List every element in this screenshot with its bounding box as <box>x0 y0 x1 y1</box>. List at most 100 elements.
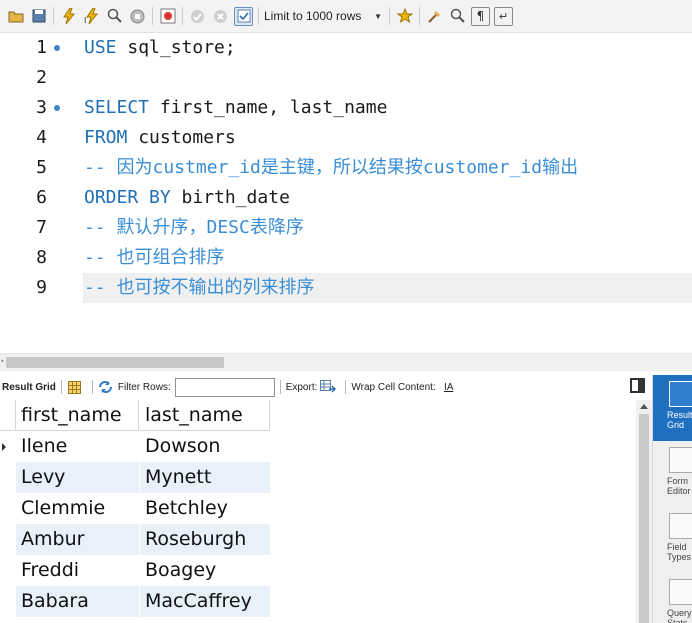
code-line[interactable]: -- 也可组合排序 <box>84 243 225 273</box>
wrap-cell-icon[interactable]: IA <box>441 379 457 395</box>
explain-icon[interactable] <box>105 7 124 26</box>
toolbar-separator <box>91 380 93 394</box>
rollback-icon[interactable] <box>211 7 230 26</box>
table-cell[interactable]: Levy <box>16 462 139 493</box>
filter-rows-input[interactable] <box>174 377 275 397</box>
toggle-errors-icon[interactable] <box>158 7 177 26</box>
toolbar-separator <box>389 7 390 25</box>
result-side-panel: Result Grid Form Editor Field Types Query S… <box>652 375 692 623</box>
grid-header: first_name last_name <box>0 400 270 431</box>
sql-text: first_name, last_name <box>149 97 388 118</box>
scroll-up-icon[interactable] <box>640 404 648 409</box>
svg-text:I: I <box>84 16 86 24</box>
scrollbar-thumb[interactable] <box>6 357 224 368</box>
toolbar-separator <box>152 7 153 25</box>
export-icon[interactable] <box>320 379 337 395</box>
table-row[interactable]: Babara MacCaffrey <box>0 586 270 617</box>
wrap-icon[interactable]: ↵ <box>494 6 513 26</box>
side-panel-item[interactable]: Result Grid <box>653 375 692 441</box>
sql-keyword: SELECT <box>84 97 150 118</box>
toolbar-separator <box>182 7 183 25</box>
autocommit-icon[interactable] <box>234 6 253 26</box>
save-icon[interactable] <box>29 7 48 26</box>
table-cell[interactable]: Dowson <box>140 431 270 462</box>
bookmark-icon[interactable] <box>395 7 414 26</box>
sql-text: sql_store; <box>116 37 236 58</box>
sql-keyword: FROM <box>84 127 128 148</box>
commit-icon[interactable] <box>188 7 207 26</box>
execute-icon[interactable] <box>59 7 78 26</box>
table-cell[interactable]: Ilene <box>16 431 139 462</box>
horizontal-scrollbar[interactable]: •• <box>0 353 692 371</box>
beautify-icon[interactable] <box>425 7 444 26</box>
sql-editor[interactable]: 1 USE sql_store; 2 3 SELECT first_name, last… <box>0 33 692 353</box>
toolbar-separator <box>419 7 420 25</box>
table-cell[interactable]: MacCaffrey <box>140 586 270 617</box>
toggle-side-panel-icon[interactable] <box>630 378 645 393</box>
execute-current-icon[interactable]: I <box>82 7 101 26</box>
code-line[interactable]: -- 也可按不输出的列来排序 <box>84 273 315 303</box>
table-cell[interactable]: Mynett <box>140 462 270 493</box>
line-number: 3 <box>36 97 47 118</box>
open-file-icon[interactable] <box>6 7 25 26</box>
current-row-icon <box>2 443 6 451</box>
result-grid[interactable]: first_name last_name Ilene Dowson Levy Mynett… <box>0 400 636 623</box>
toolbar-separator <box>345 380 347 394</box>
line-number: 4 <box>36 127 47 148</box>
invisible-chars-icon[interactable]: ¶ <box>471 6 490 26</box>
table-cell[interactable]: Babara <box>16 586 139 617</box>
table-cell[interactable]: Betchley <box>140 493 270 524</box>
chevron-down-icon: ▼ <box>374 11 382 21</box>
code-line[interactable]: -- 默认升序，DESC表降序 <box>84 213 304 243</box>
side-panel-item[interactable]: Form Editor <box>653 441 692 507</box>
code-line[interactable]: ORDER BY birth_date <box>84 183 290 213</box>
statement-marker-icon[interactable] <box>54 45 60 51</box>
toolbar-separator <box>258 7 259 25</box>
statement-marker-icon[interactable] <box>54 105 60 111</box>
line-number: 8 <box>36 247 47 268</box>
line-number: 7 <box>36 217 47 238</box>
result-grid-label: Result Grid <box>2 381 56 393</box>
grid-view-icon[interactable] <box>67 379 83 395</box>
find-icon[interactable] <box>448 7 467 26</box>
table-row[interactable]: Ambur Roseburgh <box>0 524 270 555</box>
side-panel-item[interactable]: Query Stats <box>653 573 692 623</box>
table-cell[interactable]: Clemmie <box>16 493 139 524</box>
side-panel-item[interactable]: Field Types <box>653 507 692 573</box>
limit-rows-select[interactable]: Limit to 1000 rows ▼ <box>264 6 382 26</box>
sql-comment: -- 默认升序，DESC表降序 <box>84 217 304 238</box>
line-number: 2 <box>36 67 47 88</box>
table-row[interactable]: Clemmie Betchley <box>0 493 270 524</box>
side-panel-label: Field Types <box>667 542 692 562</box>
scrollbar-thumb[interactable] <box>639 414 649 623</box>
stop-icon[interactable] <box>128 7 147 26</box>
code-line[interactable]: -- 因为custmer_id是主键，所以结果按customer_id输出 <box>84 153 578 183</box>
table-row[interactable]: Ilene Dowson <box>0 431 270 462</box>
sql-comment: -- 因为custmer_id是主键，所以结果按customer_id输出 <box>84 157 579 178</box>
vertical-scrollbar[interactable] <box>636 400 652 623</box>
table-cell[interactable]: Ambur <box>16 524 139 555</box>
column-header-last-name[interactable]: last_name <box>140 400 270 431</box>
sql-keyword: USE <box>84 37 117 58</box>
wrap-cell-label: Wrap Cell Content: <box>351 381 436 393</box>
table-row[interactable]: Levy Mynett <box>0 462 270 493</box>
code-line[interactable]: USE sql_store; <box>84 33 236 63</box>
table-cell[interactable]: Freddi <box>16 555 139 586</box>
sql-comment: -- 也可按不输出的列来排序 <box>84 277 315 298</box>
sql-comment: -- 也可组合排序 <box>84 247 225 268</box>
line-number: 1 <box>36 37 47 58</box>
side-panel-icon <box>669 579 692 605</box>
editor-toolbar: I Limit to 1000 rows ▼ ¶ ↵ <box>0 0 692 33</box>
column-header-first-name[interactable]: first_name <box>16 400 139 431</box>
code-line[interactable]: FROM customers <box>84 123 236 153</box>
table-row[interactable]: Freddi Boagey <box>0 555 270 586</box>
code-line[interactable]: SELECT first_name, last_name <box>84 93 387 123</box>
sql-text: birth_date <box>170 187 290 208</box>
refresh-icon[interactable] <box>98 379 114 395</box>
sql-text: customers <box>127 127 236 148</box>
side-panel-icon <box>669 381 692 407</box>
side-panel-icon <box>669 447 692 473</box>
sql-keyword: ORDER BY <box>84 187 171 208</box>
table-cell[interactable]: Boagey <box>140 555 270 586</box>
table-cell[interactable]: Roseburgh <box>140 524 270 555</box>
